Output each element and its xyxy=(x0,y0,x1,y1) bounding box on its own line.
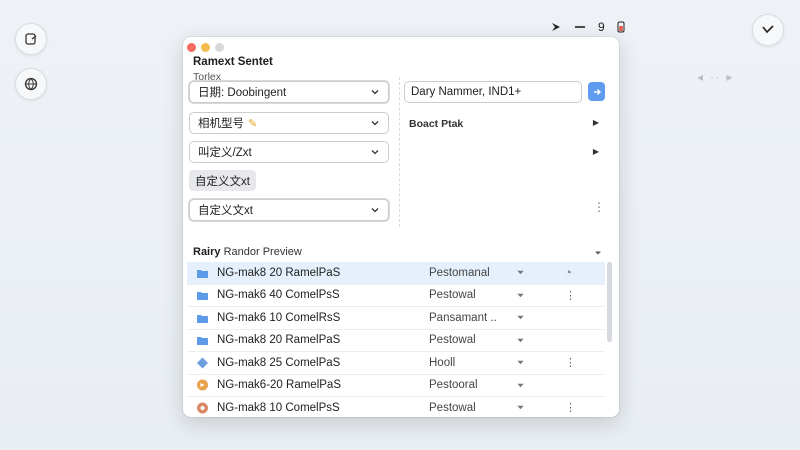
row-action-icon[interactable]: ⋮ xyxy=(565,289,576,302)
row-action-icon[interactable]: ◔ xyxy=(565,267,572,279)
check-bubble-icon xyxy=(762,25,774,34)
close-icon[interactable] xyxy=(187,43,196,52)
custom-text-dropdown[interactable]: 自定义文xt xyxy=(189,199,389,221)
globe-icon xyxy=(24,77,38,91)
chevron-down-icon xyxy=(371,90,379,95)
column-divider xyxy=(399,77,400,227)
zoom-icon[interactable] xyxy=(215,43,224,52)
table-row[interactable]: NG-mak8 20 RamelPaS Pestowal xyxy=(187,330,605,352)
expand-arrow-2[interactable]: ▶ xyxy=(586,141,606,161)
arrow-right-icon xyxy=(593,88,601,95)
preview-section-title: Rairy Randor Preview xyxy=(193,246,302,258)
preview-title-bold: Rairy xyxy=(193,246,221,258)
preview-list: NG-mak8 20 RamelPaS Pestomanal ◔ NG-mak6… xyxy=(187,262,605,417)
date-dropdown-label: 日期: Doobingent xyxy=(198,87,287,99)
row-action-icon[interactable]: ⋮ xyxy=(565,356,576,369)
custom-text-chip[interactable]: 自定义文xt xyxy=(189,170,256,191)
chevron-down-icon xyxy=(371,208,379,213)
custom-field-label: 叫定义/Zxt xyxy=(198,147,252,159)
folder-icon xyxy=(196,334,209,346)
apply-button[interactable] xyxy=(588,82,605,101)
row-status: Pansamant .. xyxy=(429,311,497,324)
row-name: NG-mak8 20 RamelPaS xyxy=(217,266,341,279)
chevron-down-icon[interactable] xyxy=(516,403,525,412)
section-collapse-icon[interactable] xyxy=(593,248,603,258)
custom-text-label: 自定义文xt xyxy=(198,205,253,217)
table-row[interactable]: NG-mak6-20 RamelPaS Pestooral xyxy=(187,375,605,397)
chevron-down-icon[interactable] xyxy=(516,358,525,367)
row-name: NG-mak6-20 RamelPaS xyxy=(217,379,341,392)
globe-button[interactable] xyxy=(15,68,47,100)
name-input[interactable]: Dary Nammer, IND1+ xyxy=(404,81,582,103)
window-controls xyxy=(187,43,224,52)
minimize-icon[interactable] xyxy=(574,21,586,33)
chevron-down-icon xyxy=(371,121,379,126)
row-status: Hooll xyxy=(429,356,456,369)
table-row[interactable]: NG-mak8 25 ComelPaS Hooll ⋮ xyxy=(187,352,605,375)
row-status: Pestomanal xyxy=(429,266,490,279)
row-name: NG-mak6 10 ComelRsS xyxy=(217,311,341,324)
chevron-down-icon[interactable] xyxy=(516,291,525,300)
settings-window: Ramext Sentet Torlex 日期: Doobingent 相机型号… xyxy=(183,37,619,417)
caret-right-icon: ▶ xyxy=(592,146,600,156)
export-button[interactable] xyxy=(15,23,47,55)
chevron-down-icon[interactable] xyxy=(516,336,525,345)
chevron-down-icon[interactable] xyxy=(516,268,525,277)
battery-icon xyxy=(617,21,625,33)
chevron-down-icon xyxy=(371,150,379,155)
table-row[interactable]: NG-mak8 10 ComelPsS Pestowal ⋮ xyxy=(187,397,605,417)
row-name: NG-mak6 40 ComelPsS xyxy=(217,289,340,302)
row-status: Pestowal xyxy=(429,334,476,347)
pencil-icon: ✎ xyxy=(248,117,258,130)
row-action-icon[interactable]: ⋮ xyxy=(565,401,576,414)
scrollbar[interactable] xyxy=(607,262,612,342)
folder-icon xyxy=(196,289,209,301)
window-title: Ramext Sentet xyxy=(193,56,273,68)
camera-model-dropdown[interactable]: 相机型号 ✎ xyxy=(189,112,389,134)
folder-icon xyxy=(196,267,209,279)
name-input-value: Dary Nammer, IND1+ xyxy=(411,86,522,98)
preview-title-rest: Randor Preview xyxy=(220,246,302,258)
folder-icon xyxy=(196,312,209,324)
gear-icon xyxy=(196,402,209,414)
row-name: NG-mak8 10 ComelPsS xyxy=(217,401,340,414)
row-status: Pestowal xyxy=(429,289,476,302)
table-row[interactable]: NG-mak8 20 RamelPaS Pestomanal ◔ xyxy=(187,262,605,285)
chat-button[interactable] xyxy=(752,14,784,46)
board-label: Boact Ptak xyxy=(409,118,464,130)
table-row[interactable]: NG-mak6 40 ComelPsS Pestowal ⋮ xyxy=(187,285,605,307)
resize-handle-icon[interactable]: ◂ ∙∙ ▸ xyxy=(697,70,734,84)
caret-right-icon: ▶ xyxy=(592,117,600,127)
custom-field-dropdown[interactable]: 叫定义/Zxt xyxy=(189,141,389,163)
export-icon xyxy=(25,33,37,45)
table-row[interactable]: NG-mak6 10 ComelRsS Pansamant .. xyxy=(187,307,605,330)
camera-model-label: 相机型号 xyxy=(198,118,244,130)
chevron-down-icon[interactable] xyxy=(516,381,525,390)
row-name: NG-mak8 20 RamelPaS xyxy=(217,334,341,347)
diamond-icon xyxy=(196,357,209,369)
row-status: Pestowal xyxy=(429,401,476,414)
more-options-icon[interactable]: ⋮ xyxy=(593,200,605,214)
chevron-down-icon[interactable] xyxy=(516,313,525,322)
row-name: NG-mak8 25 ComelPaS xyxy=(217,356,341,369)
date-dropdown[interactable]: 日期: Doobingent xyxy=(189,81,389,103)
circle-icon xyxy=(196,379,209,391)
top-toolbar: 9 xyxy=(550,20,625,34)
minimize-window-icon[interactable] xyxy=(201,43,210,52)
bookmark-icon[interactable] xyxy=(550,21,562,33)
expand-arrow-1[interactable]: ▶ xyxy=(586,112,606,132)
row-status: Pestooral xyxy=(429,379,478,392)
count-label: 9 xyxy=(598,20,605,34)
